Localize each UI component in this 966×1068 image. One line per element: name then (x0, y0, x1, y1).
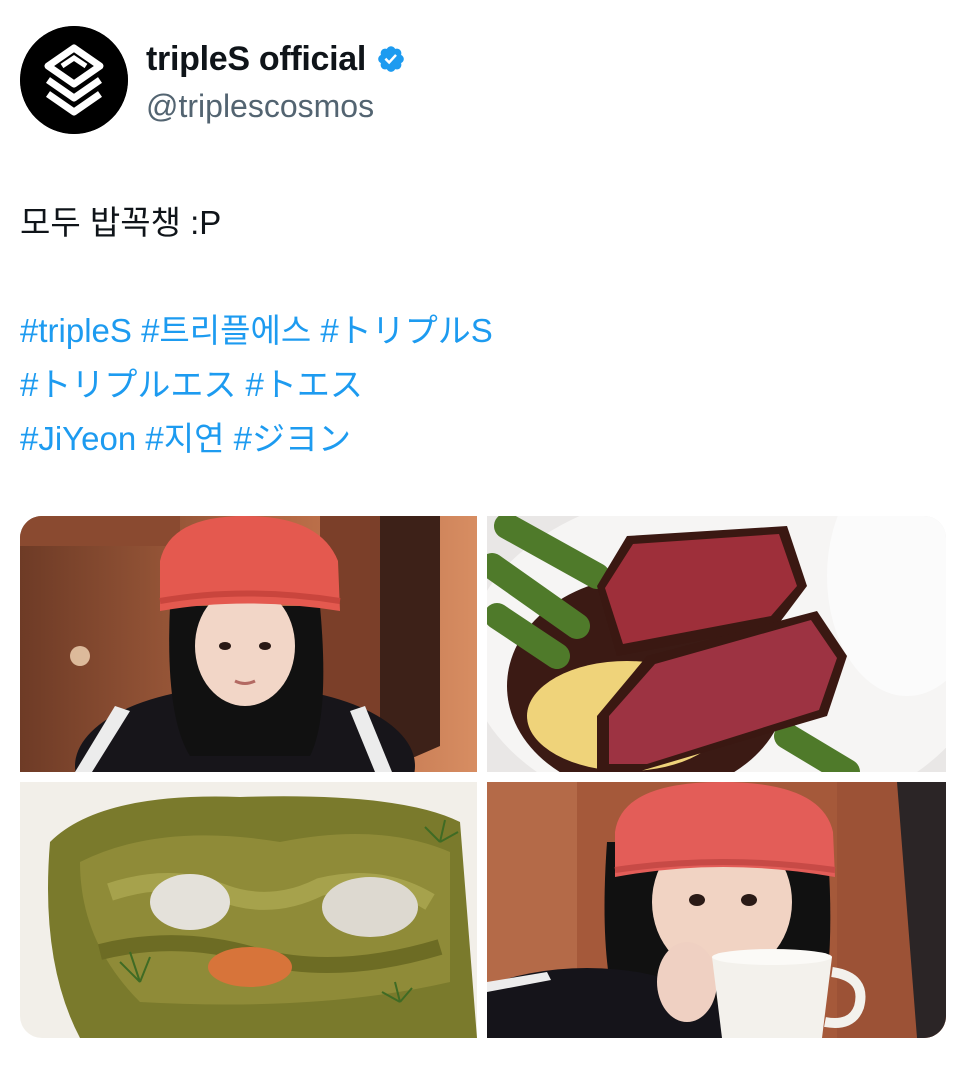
media-photo-steak[interactable] (487, 516, 946, 772)
media-photo-pasta[interactable] (20, 782, 477, 1038)
hashtag-line: #JiYeon #지연 #ジヨン (20, 412, 940, 466)
hashtag-link[interactable]: #tripleS (20, 312, 132, 349)
tweet-header: tripleS official @triplescosmos (20, 26, 940, 136)
media-grid (20, 516, 946, 1038)
triples-logo-icon (20, 26, 128, 134)
hashtag-link[interactable]: #トリプルエス (20, 366, 236, 403)
avatar[interactable] (20, 26, 128, 134)
media-photo-cup-selfie[interactable] (487, 782, 946, 1038)
media-photo-selfie[interactable] (20, 516, 477, 772)
hashtag-link[interactable]: #トエス (246, 366, 363, 403)
verified-badge-icon (376, 44, 406, 74)
hashtag-link[interactable]: #지연 (145, 420, 224, 457)
display-name[interactable]: tripleS official (146, 40, 366, 79)
tweet-text: 모두 밥꼭챙 :P #tripleS #트리플에스 #トリプルS #トリプルエス… (20, 196, 940, 466)
account-handle[interactable]: @triplescosmos (146, 88, 374, 125)
hashtag-link[interactable]: #트리플에스 (141, 312, 311, 349)
hashtag-link[interactable]: #JiYeon (20, 420, 136, 457)
name-row: tripleS official (146, 38, 406, 80)
hashtag-line: #tripleS #트리플에스 #トリプルS (20, 304, 940, 358)
hashtag-link[interactable]: #トリプルS (320, 312, 492, 349)
tweet-body: 모두 밥꼭챙 :P (20, 204, 222, 241)
hashtag-link[interactable]: #ジヨン (234, 420, 351, 457)
hashtag-line: #トリプルエス #トエス (20, 358, 940, 412)
